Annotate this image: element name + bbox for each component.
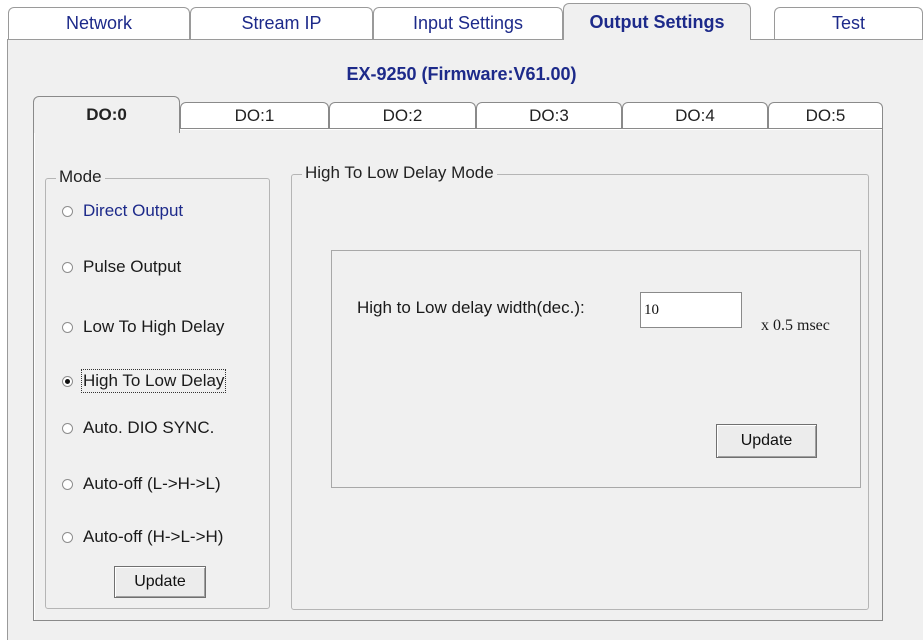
tab-test[interactable]: Test: [774, 7, 923, 39]
radio-low-to-high-delay[interactable]: Low To High Delay: [62, 317, 224, 337]
radio-label: Low To High Delay: [83, 317, 225, 336]
radio-auto-dio-sync[interactable]: Auto. DIO SYNC.: [62, 418, 214, 438]
radio-indicator[interactable]: [62, 531, 73, 543]
delay-unit-label: x 0.5 msec: [761, 317, 830, 334]
radio-auto-off-hlh[interactable]: Auto-off (H->L->H): [62, 527, 223, 547]
radio-label: Auto. DIO SYNC.: [83, 418, 215, 437]
delay-update-button[interactable]: Update: [716, 424, 817, 458]
radio-indicator[interactable]: [62, 375, 73, 387]
tab-label: DO:0: [86, 105, 127, 124]
tab-do-0[interactable]: DO:0: [33, 96, 180, 133]
device-title: EX-9250 (Firmware:V61.00): [346, 64, 577, 84]
tab-network[interactable]: Network: [8, 7, 190, 39]
tab-label: Input Settings: [412, 13, 524, 33]
delay-width-label: High to Low delay width(dec.):: [357, 298, 585, 317]
tab-label: Output Settings: [589, 11, 725, 32]
tab-do-4[interactable]: DO:4: [622, 102, 768, 129]
radio-label: Auto-off (L->H->L): [83, 474, 221, 493]
tab-do-2[interactable]: DO:2: [329, 102, 476, 129]
tab-do-5[interactable]: DO:5: [768, 102, 883, 129]
delay-width-input[interactable]: [640, 292, 742, 328]
tab-input-settings[interactable]: Input Settings: [373, 7, 563, 39]
tab-label: Test: [831, 13, 865, 33]
tab-label: DO:5: [805, 106, 846, 125]
radio-indicator[interactable]: [62, 321, 73, 333]
tab-stream-ip[interactable]: Stream IP: [190, 7, 373, 39]
tab-label: DO:2: [382, 106, 423, 125]
radio-indicator[interactable]: [62, 205, 73, 217]
tab-label: DO:3: [529, 106, 569, 125]
tab-do-3[interactable]: DO:3: [476, 102, 622, 129]
tab-label: Network: [65, 13, 132, 33]
radio-auto-off-lhl[interactable]: Auto-off (L->H->L): [62, 474, 221, 494]
radio-indicator[interactable]: [62, 478, 73, 490]
tab-label: DO:1: [234, 106, 275, 125]
tab-label: Stream IP: [241, 13, 322, 33]
mode-update-button[interactable]: Update: [114, 566, 206, 598]
radio-indicator[interactable]: [62, 261, 73, 273]
radio-label: High To Low Delay: [80, 369, 227, 393]
radio-direct-output[interactable]: Direct Output: [62, 201, 183, 221]
radio-label: Auto-off (H->L->H): [83, 527, 224, 546]
tab-output-settings[interactable]: Output Settings: [563, 3, 751, 40]
radio-high-to-low-delay[interactable]: High To Low Delay: [62, 369, 227, 393]
radio-label: Pulse Output: [83, 257, 182, 276]
mode-legend: Mode: [56, 167, 105, 187]
radio-indicator[interactable]: [62, 422, 73, 434]
tab-do-1[interactable]: DO:1: [180, 102, 329, 129]
tab-label: DO:4: [675, 106, 715, 125]
delay-mode-legend: High To Low Delay Mode: [302, 163, 497, 183]
radio-pulse-output[interactable]: Pulse Output: [62, 257, 181, 277]
radio-label: Direct Output: [83, 201, 184, 220]
